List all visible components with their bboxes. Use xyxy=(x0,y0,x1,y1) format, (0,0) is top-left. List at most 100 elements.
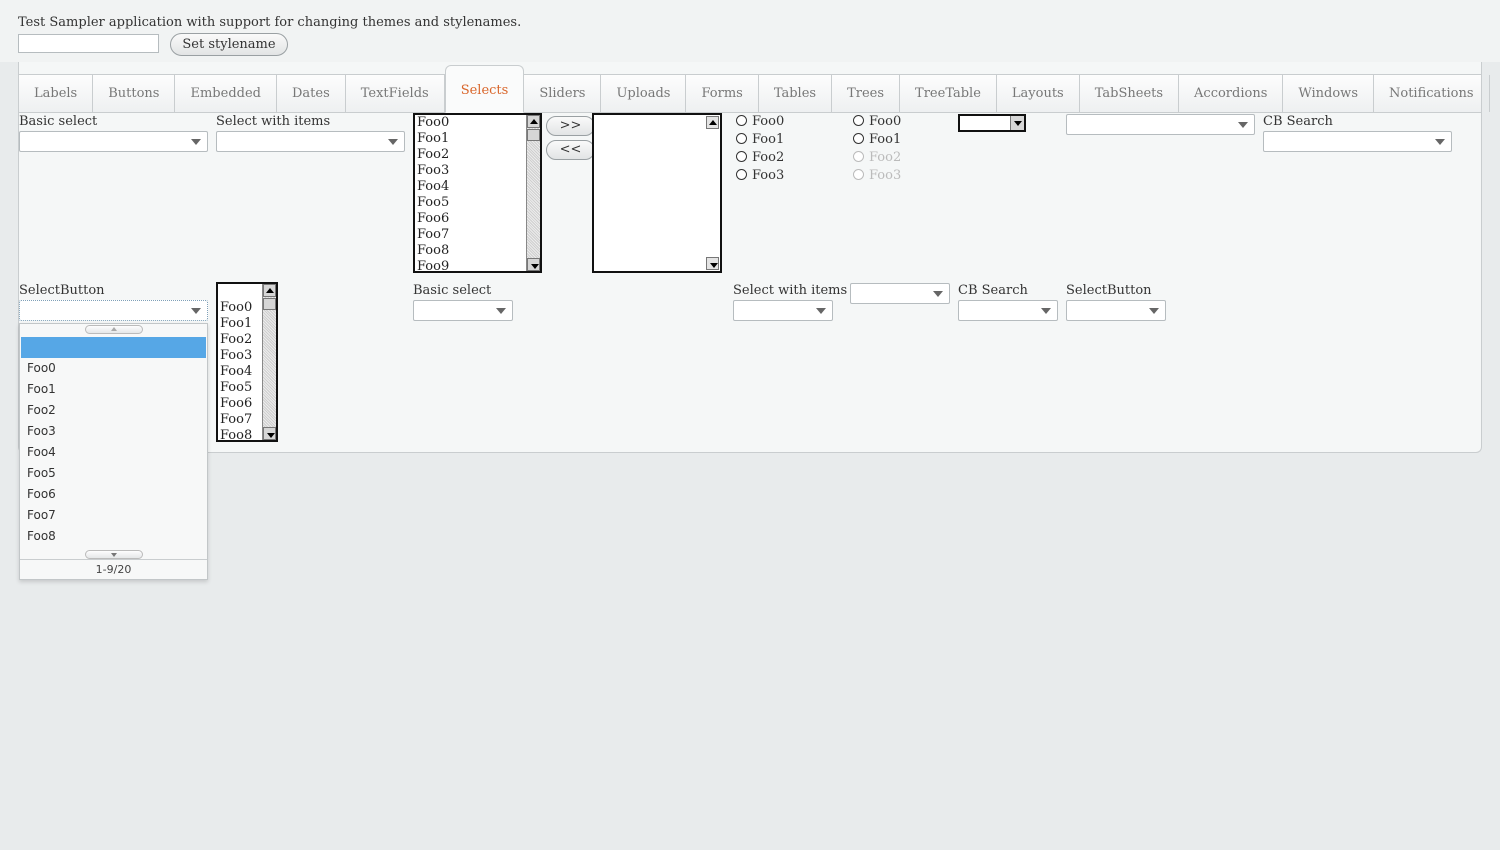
radio-circle-icon xyxy=(853,115,864,126)
native-select[interactable] xyxy=(958,114,1026,132)
list-item[interactable]: Foo1 xyxy=(415,131,540,147)
popup-item[interactable]: Foo7 xyxy=(21,505,206,526)
popup-next-page-icon[interactable] xyxy=(85,550,143,559)
tab-notifications[interactable]: Notifications xyxy=(1374,75,1490,112)
scroll-down-icon[interactable] xyxy=(527,258,540,271)
tab-forms[interactable]: Forms xyxy=(686,75,759,112)
combo-box[interactable] xyxy=(1066,114,1255,135)
select-with-items-caption-2: Select with items xyxy=(733,283,848,298)
popup-item[interactable]: Foo6 xyxy=(21,484,206,505)
radio-option[interactable]: Foo3 xyxy=(736,167,784,185)
tab-buttons[interactable]: Buttons xyxy=(93,75,176,112)
tab-uploads[interactable]: Uploads xyxy=(601,75,687,112)
radio-option[interactable]: Foo2 xyxy=(736,149,784,167)
chevron-down-icon xyxy=(191,308,201,314)
list-item[interactable]: Foo0 xyxy=(415,115,540,131)
basic-select-caption: Basic select xyxy=(19,114,98,129)
radio-circle-icon xyxy=(736,115,747,126)
select-with-items-combo-2[interactable] xyxy=(733,300,833,321)
tab-bar: Labels Buttons Embedded Dates TextFields… xyxy=(18,65,1490,113)
list-item[interactable]: Foo2 xyxy=(415,147,540,163)
scroll-down-icon[interactable] xyxy=(706,257,719,270)
tab-embedded[interactable]: Embedded xyxy=(175,75,277,112)
twincol-remove-button[interactable]: << xyxy=(546,140,595,160)
cb-search-caption: CB Search xyxy=(1263,114,1333,129)
radio-option-disabled: Foo3 xyxy=(853,167,901,185)
list-item[interactable]: Foo6 xyxy=(415,211,540,227)
cb-search-caption-2: CB Search xyxy=(958,283,1028,298)
list-item[interactable]: Foo3 xyxy=(415,163,540,179)
stylename-input[interactable] xyxy=(18,34,159,53)
tab-treetable[interactable]: TreeTable xyxy=(900,75,997,112)
popup-item[interactable]: Foo3 xyxy=(21,421,206,442)
scroll-up-icon[interactable] xyxy=(706,116,719,129)
popup-item[interactable] xyxy=(21,337,206,358)
chevron-down-icon xyxy=(933,291,943,297)
twincol-add-button[interactable]: >> xyxy=(546,116,595,136)
tab-trees[interactable]: Trees xyxy=(832,75,901,112)
radio-circle-icon xyxy=(853,169,864,180)
popup-item[interactable]: Foo2 xyxy=(21,400,206,421)
select-button-combo[interactable] xyxy=(19,300,208,321)
select-button-combo-2[interactable] xyxy=(1066,300,1166,321)
basic-select-combo[interactable] xyxy=(19,131,208,152)
select-button-caption: SelectButton xyxy=(19,283,105,298)
list-item[interactable]: Foo5 xyxy=(415,195,540,211)
list-scrollbar[interactable] xyxy=(526,115,540,271)
radio-circle-icon xyxy=(853,133,864,144)
cb-search-combo[interactable] xyxy=(1263,131,1452,152)
tab-selects[interactable]: Selects xyxy=(444,65,525,113)
popup-prev-page-icon[interactable] xyxy=(85,325,143,334)
tab-tabsheets[interactable]: TabSheets xyxy=(1080,75,1180,112)
radio-option[interactable]: Foo1 xyxy=(853,131,901,149)
twincol-selected-list[interactable] xyxy=(592,113,722,273)
tab-tables[interactable]: Tables xyxy=(759,75,833,112)
tab-sliders[interactable]: Sliders xyxy=(524,75,602,112)
select-with-items-caption: Select with items xyxy=(216,114,331,129)
radio-circle-icon xyxy=(853,151,864,162)
list-select-2[interactable]: Foo0 Foo1 Foo2 Foo3 Foo4 Foo5 Foo6 Foo7 … xyxy=(216,282,278,442)
scroll-up-icon[interactable] xyxy=(527,115,540,128)
scroll-thumb[interactable] xyxy=(263,298,276,310)
popup-item[interactable]: Foo4 xyxy=(21,442,206,463)
tab-accordions[interactable]: Accordions xyxy=(1179,75,1284,112)
popup-status: 1-9/20 xyxy=(20,559,207,580)
list-select[interactable]: Foo0 Foo1 Foo2 Foo3 Foo4 Foo5 Foo6 Foo7 … xyxy=(413,113,542,273)
radio-option[interactable]: Foo0 xyxy=(853,113,901,131)
chevron-down-icon xyxy=(1041,308,1051,314)
chevron-down-icon xyxy=(496,308,506,314)
cb-search-combo-2[interactable] xyxy=(958,300,1058,321)
tab-textfields[interactable]: TextFields xyxy=(346,75,445,112)
list-item[interactable]: Foo4 xyxy=(415,179,540,195)
combo-popup: Foo0 Foo1 Foo2 Foo3 Foo4 Foo5 Foo6 Foo7 … xyxy=(19,323,208,580)
tab-dates[interactable]: Dates xyxy=(277,75,346,112)
chevron-down-icon xyxy=(388,139,398,145)
chevron-down-icon xyxy=(191,139,201,145)
scroll-down-icon[interactable] xyxy=(263,427,276,440)
popup-item[interactable]: Foo0 xyxy=(21,358,206,379)
tab-labels[interactable]: Labels xyxy=(19,75,94,112)
tab-windows[interactable]: Windows xyxy=(1283,75,1374,112)
radio-option[interactable]: Foo1 xyxy=(736,131,784,149)
list-item[interactable]: Foo9 xyxy=(415,259,540,271)
list-item[interactable]: Foo8 xyxy=(415,243,540,259)
chevron-down-icon xyxy=(816,308,826,314)
popup-item[interactable]: Foo5 xyxy=(21,463,206,484)
select-with-items-combo[interactable] xyxy=(216,131,405,152)
radio-option[interactable]: Foo0 xyxy=(736,113,784,131)
basic-select-combo-2[interactable] xyxy=(413,300,513,321)
scroll-up-icon[interactable] xyxy=(263,284,276,297)
radio-option-disabled: Foo2 xyxy=(853,149,901,167)
popup-item[interactable]: Foo8 xyxy=(21,526,206,547)
tab-layouts[interactable]: Layouts xyxy=(997,75,1080,112)
set-stylename-button[interactable]: Set stylename xyxy=(170,33,288,56)
combo-box-2[interactable] xyxy=(850,283,950,304)
radio-circle-icon xyxy=(736,151,747,162)
basic-select-caption-2: Basic select xyxy=(413,283,492,298)
list-scrollbar[interactable] xyxy=(262,284,276,440)
list-item[interactable]: Foo7 xyxy=(415,227,540,243)
radio-circle-icon xyxy=(736,169,747,180)
chevron-down-icon xyxy=(1435,139,1445,145)
scroll-thumb[interactable] xyxy=(527,129,540,141)
popup-item[interactable]: Foo1 xyxy=(21,379,206,400)
